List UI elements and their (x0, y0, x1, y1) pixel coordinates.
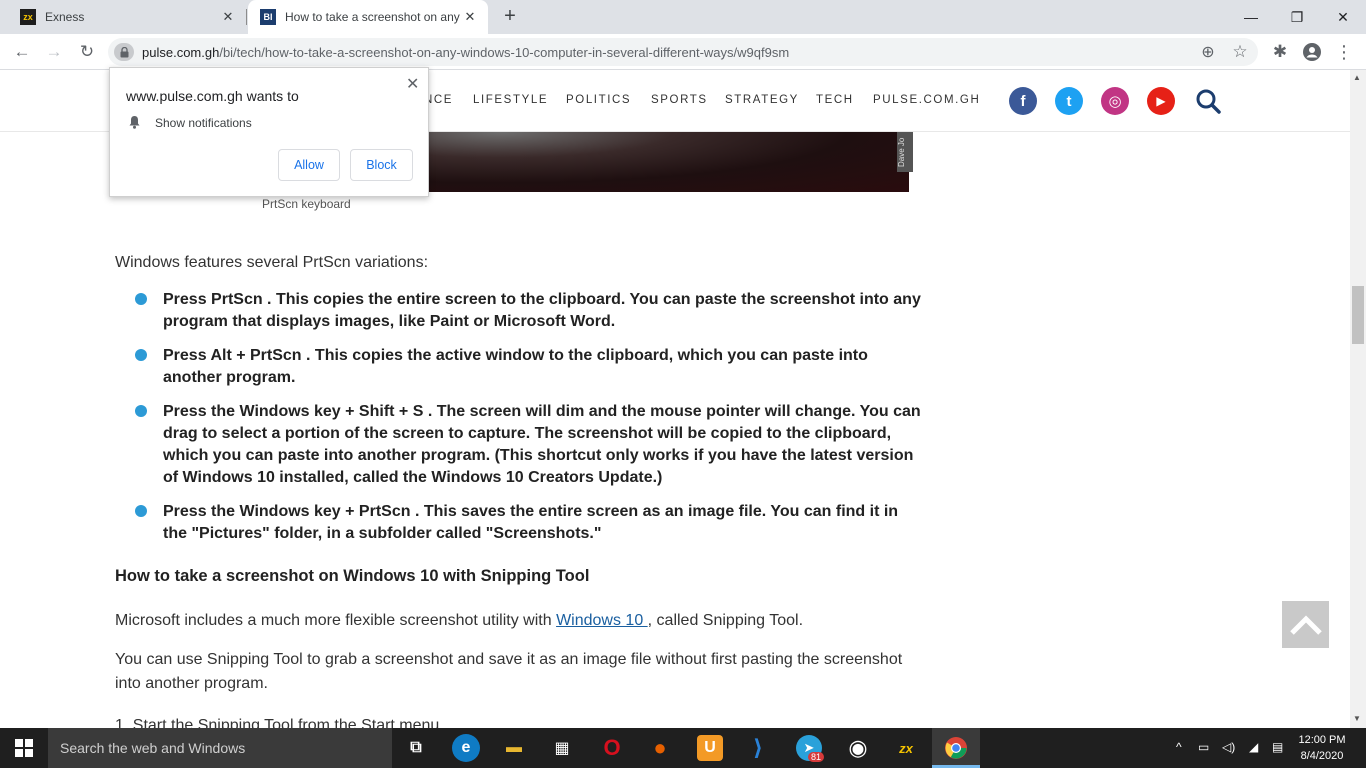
popup-text: Show notifications (155, 116, 252, 130)
bullet-dot (135, 293, 147, 305)
bullet-dot (135, 405, 147, 417)
windows-10-link[interactable]: Windows 10 (556, 612, 648, 629)
system-clock[interactable]: 12:00 PM 8/4/2020 (1296, 732, 1348, 764)
nav-item-tech[interactable]: TECH (816, 94, 854, 106)
nav-item-lifestyle[interactable]: LIFESTYLE (473, 94, 548, 106)
bullet-dot (135, 505, 147, 517)
forward-icon[interactable]: → (42, 40, 66, 64)
task-view-icon[interactable]: ⧉ (400, 732, 432, 764)
reload-icon[interactable]: ↻ (75, 40, 99, 64)
tab-exness[interactable]: zx Exness ✕ (8, 0, 247, 34)
store-icon[interactable]: ▦ (546, 732, 578, 764)
scroll-to-top-button[interactable] (1282, 601, 1329, 648)
tab-article[interactable]: BI How to take a screenshot on any ✕ (248, 0, 488, 34)
clock-time: 12:00 PM (1298, 734, 1346, 746)
facebook-icon[interactable]: f (1009, 87, 1037, 115)
edge-icon[interactable]: e (452, 734, 480, 762)
add-icon[interactable]: ⊕ (1196, 40, 1220, 64)
block-button[interactable]: Block (350, 149, 413, 181)
back-icon[interactable]: ← (10, 40, 34, 64)
tab-title: How to take a screenshot on any (285, 10, 460, 24)
start-button[interactable] (0, 728, 48, 768)
opera-icon[interactable]: O (596, 732, 628, 764)
firefox-icon[interactable]: ● (644, 732, 676, 764)
file-explorer-icon[interactable]: ▬ (498, 732, 530, 764)
new-tab-button[interactable]: + (499, 5, 521, 27)
paragraph: You can use Snipping Tool to grab a scre… (115, 651, 903, 692)
exness-taskbar-icon[interactable]: zx (890, 732, 922, 764)
minimize-button[interactable]: — (1228, 0, 1274, 34)
chevron-up-icon (1289, 614, 1322, 635)
scroll-up-arrow[interactable]: ▲ (1353, 73, 1361, 82)
clock-date: 8/4/2020 (1300, 750, 1344, 762)
paragraph: Microsoft includes a much more flexible … (115, 612, 804, 629)
notification-permission-popup: www.pulse.com.gh wants to ✕ Show notific… (109, 67, 429, 197)
wifi-icon[interactable]: ◢ (1249, 740, 1258, 754)
youtube-icon[interactable]: ▶ (1147, 87, 1175, 115)
profile-icon[interactable] (1300, 40, 1324, 64)
list-item: Press PrtScn . This copies the entire sc… (163, 291, 921, 330)
list-item: Press Alt + PrtScn . This copies the act… (163, 347, 868, 386)
close-tab-icon[interactable]: ✕ (220, 9, 236, 25)
nav-item-politics[interactable]: POLITICS (566, 94, 631, 106)
nav-item-strategy[interactable]: STRATEGY (725, 94, 799, 106)
tab-title: Exness (45, 10, 85, 24)
popup-title: www.pulse.com.gh wants to (126, 88, 299, 104)
scrollbar-thumb[interactable] (1352, 286, 1364, 344)
bookmark-star-icon[interactable]: ☆ (1228, 40, 1252, 64)
allow-button[interactable]: Allow (278, 149, 340, 181)
bullet-dot (135, 349, 147, 361)
close-tab-icon[interactable]: ✕ (462, 9, 478, 25)
nav-item-pulse[interactable]: PULSE.COM.GH (873, 94, 980, 106)
list-item: Press the Windows key + Shift + S . The … (163, 403, 921, 486)
menu-icon[interactable]: ⋮ (1332, 40, 1356, 64)
obs-icon[interactable]: ◉ (842, 732, 874, 764)
windows-logo-icon (15, 739, 33, 757)
instagram-icon[interactable]: ◎ (1101, 87, 1129, 115)
image-caption: PrtScn keyboard (262, 197, 351, 211)
show-hidden-icons-chevron-up-icon[interactable]: ^ (1176, 740, 1182, 754)
volume-icon[interactable]: ◁) (1222, 740, 1235, 754)
twitter-icon[interactable]: t (1055, 87, 1083, 115)
telegram-badge: 81 (808, 752, 825, 762)
restore-button[interactable]: ❐ (1274, 0, 1320, 34)
scrollbar[interactable] (1350, 70, 1366, 728)
notification-center-icon[interactable]: ▤ (1272, 740, 1283, 754)
scroll-down-arrow[interactable]: ▼ (1353, 714, 1361, 723)
list-item: Press the Windows key + PrtScn . This sa… (163, 503, 899, 542)
close-icon[interactable]: ✕ (406, 74, 419, 94)
bell-icon (128, 115, 141, 132)
close-window-button[interactable]: ✕ (1320, 0, 1366, 34)
exness-icon: zx (20, 9, 36, 25)
lock-icon[interactable] (114, 43, 134, 61)
battery-icon[interactable]: ▭ (1198, 740, 1209, 754)
image-credit: Dave Jo (897, 132, 913, 172)
nav-item-sports[interactable]: SPORTS (651, 94, 708, 106)
step-item: 1. Start the Snipping Tool from the Star… (115, 717, 444, 728)
search-icon[interactable] (1194, 87, 1222, 115)
url-text[interactable]: pulse.com.gh/bi/tech/how-to-take-a-scree… (142, 45, 789, 60)
article-hero-image (428, 132, 909, 192)
uc-browser-icon[interactable]: U (697, 735, 723, 761)
section-heading: How to take a screenshot on Windows 10 w… (115, 567, 590, 585)
taskbar-search-input[interactable]: Search the web and Windows (48, 728, 392, 768)
vscode-icon[interactable]: ⟩ (742, 732, 774, 764)
extensions-icon[interactable]: ✱ (1268, 40, 1292, 64)
intro-paragraph: Windows features several PrtScn variatio… (115, 254, 429, 271)
business-insider-icon: BI (260, 9, 276, 25)
chrome-icon[interactable] (940, 732, 972, 764)
